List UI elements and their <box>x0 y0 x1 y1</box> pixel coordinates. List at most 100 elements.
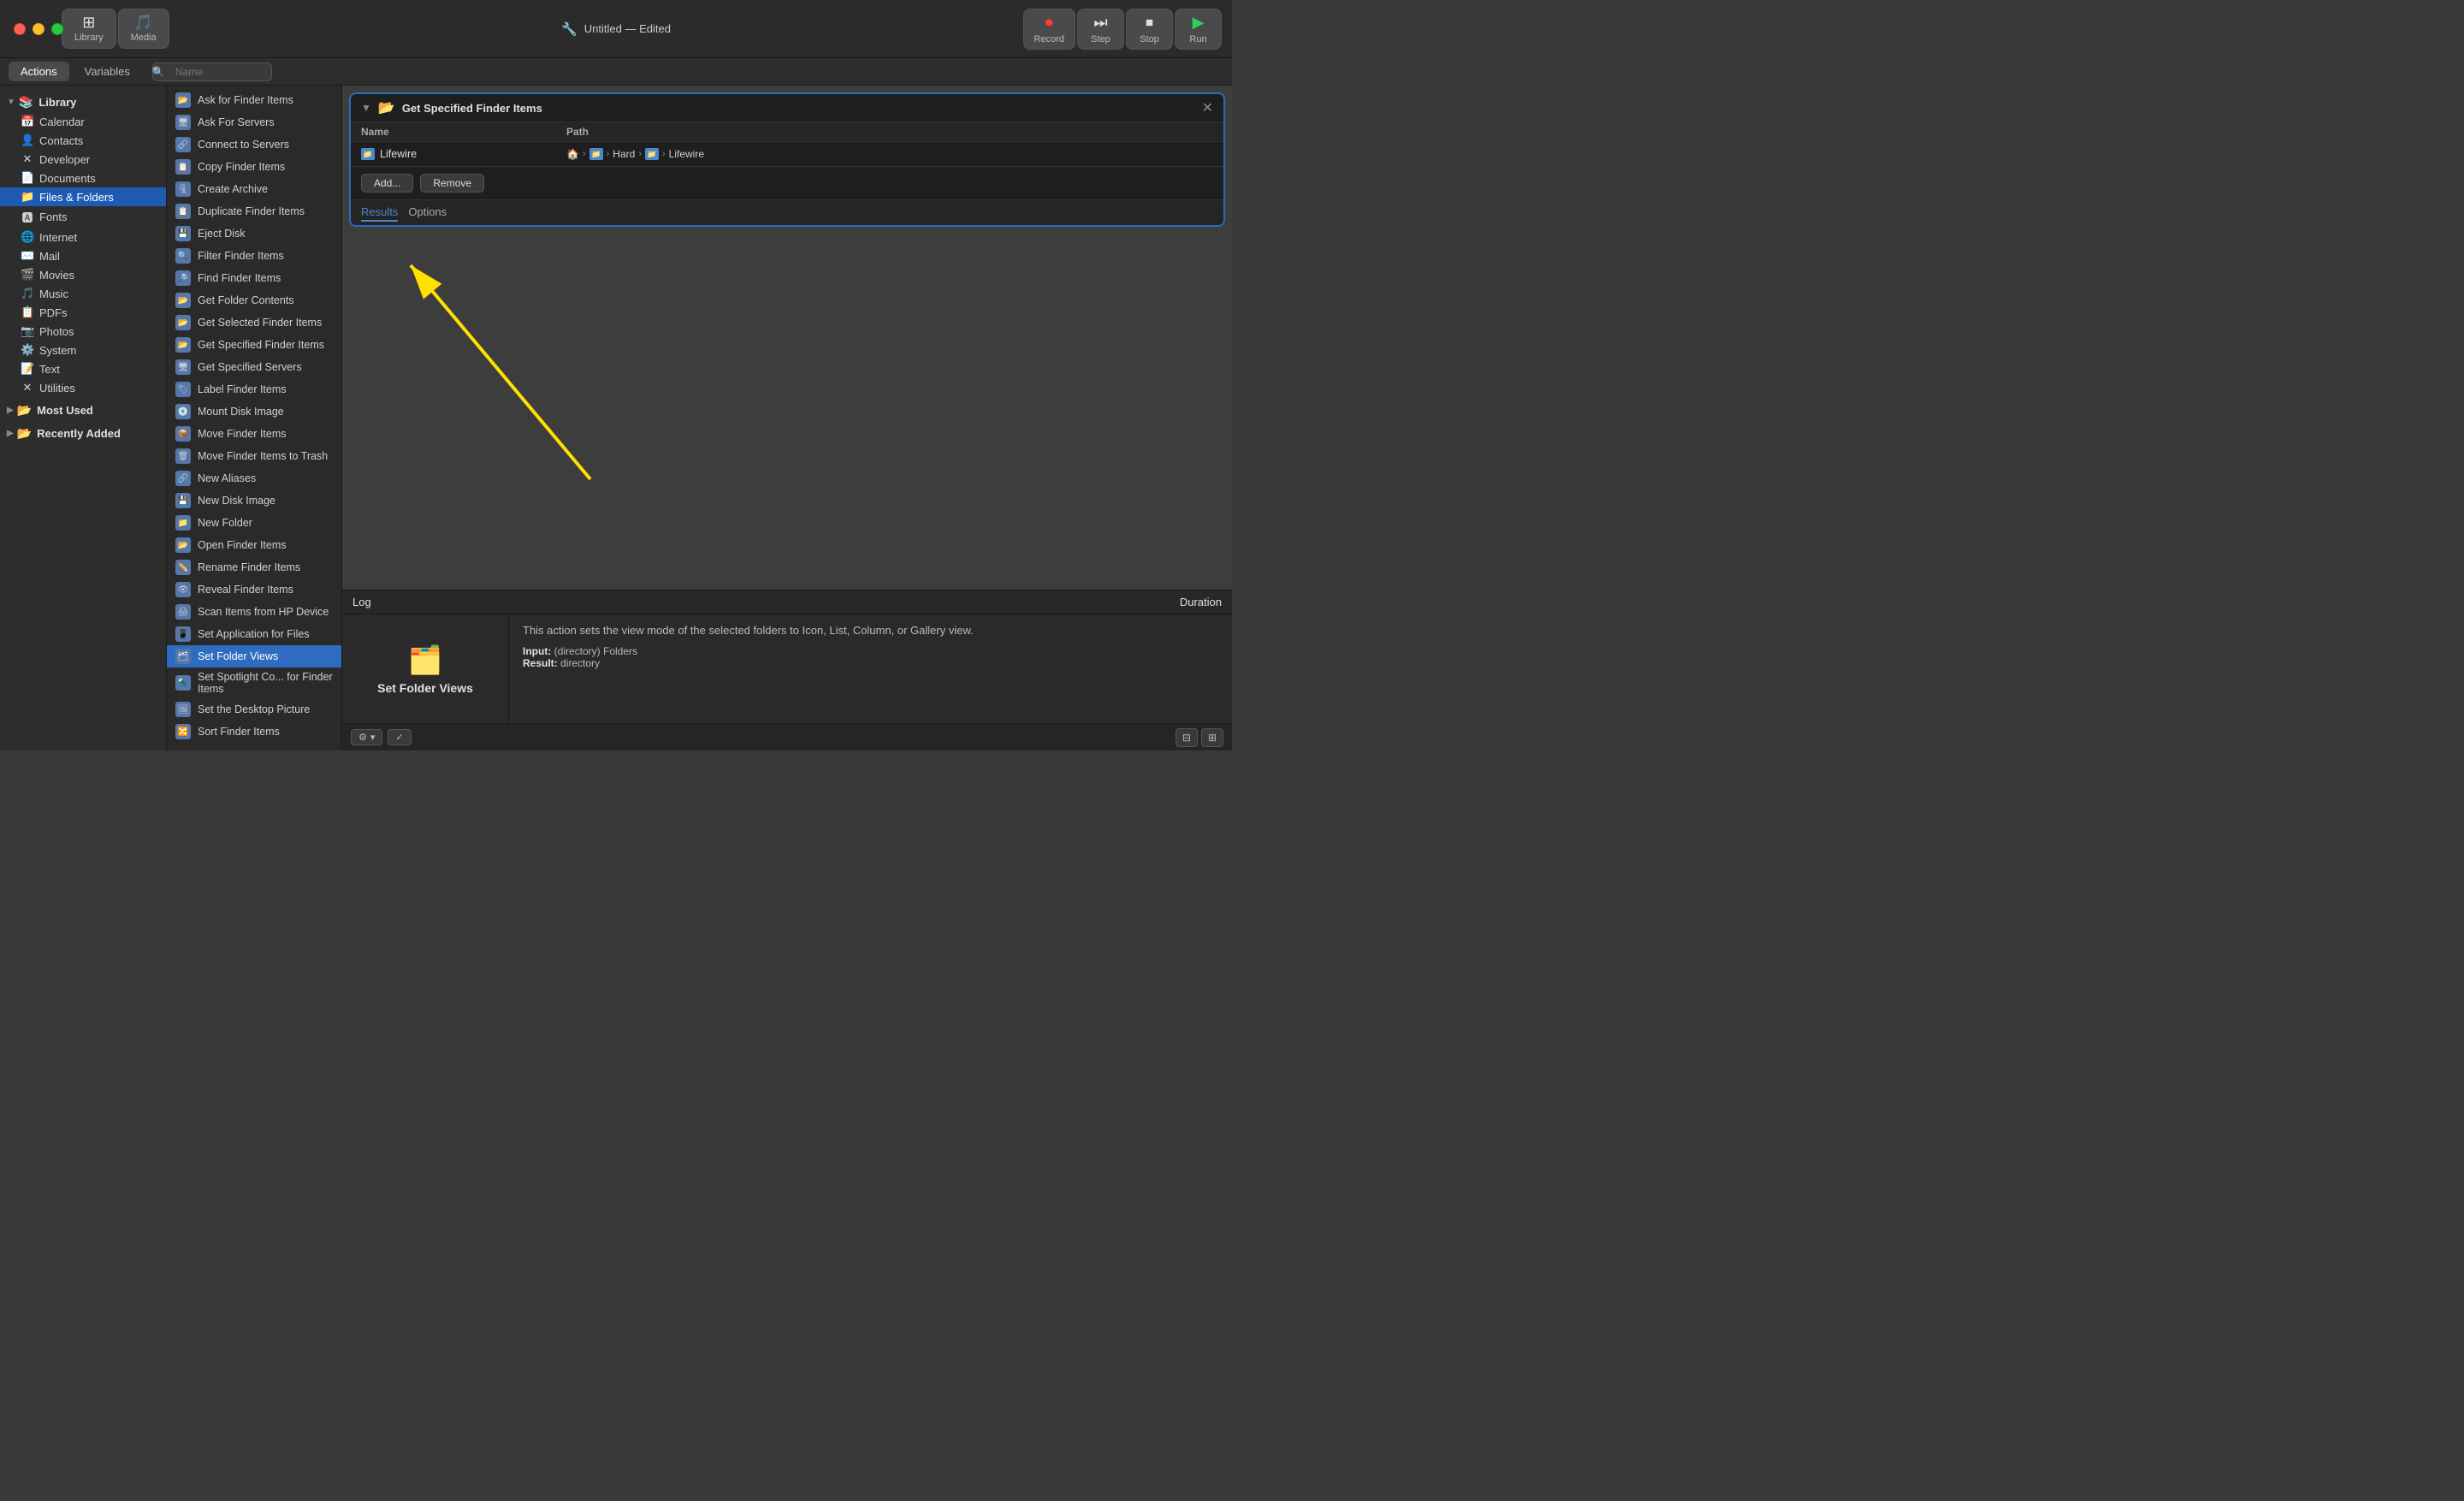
action-eject-disk[interactable]: 💾 Eject Disk <box>167 222 341 245</box>
action-label-finder[interactable]: 🏷 Label Finder Items <box>167 378 341 400</box>
action-label: Get Specified Servers <box>198 361 302 373</box>
action-find-finder[interactable]: 🔎 Find Finder Items <box>167 267 341 289</box>
action-connect-servers[interactable]: 🔗 Connect to Servers <box>167 133 341 156</box>
sidebar-item-contacts[interactable]: 👤 Contacts <box>0 131 166 150</box>
action-open-finder[interactable]: 📂 Open Finder Items <box>167 534 341 556</box>
sidebar-item-music[interactable]: 🎵 Music <box>0 284 166 303</box>
library-button[interactable]: ⊞ Library <box>62 9 116 49</box>
action-filter-finder[interactable]: 🔍 Filter Finder Items <box>167 245 341 267</box>
list-view-button[interactable]: ⊟ <box>1176 728 1198 747</box>
action-detail-icon: 🗂️ <box>408 644 442 676</box>
run-button[interactable]: ▶ Run <box>1175 9 1222 50</box>
list-view-icon: ⊟ <box>1182 732 1191 744</box>
sidebar-item-text[interactable]: 📝 Text <box>0 359 166 378</box>
sidebar-item-documents[interactable]: 📄 Documents <box>0 169 166 187</box>
action-icon: 🏷 <box>175 382 191 397</box>
action-label: Set Folder Views <box>198 650 278 662</box>
sidebar-item-files-folders[interactable]: 📁 Files & Folders <box>0 187 166 206</box>
action-label: Move Finder Items <box>198 428 287 440</box>
minimize-button[interactable] <box>33 23 44 35</box>
step-button[interactable]: ⏭ Step <box>1077 9 1124 50</box>
action-get-specified[interactable]: 📂 Get Specified Finder Items <box>167 334 341 356</box>
action-set-folder-views[interactable]: 🗂 Set Folder Views <box>167 645 341 667</box>
sidebar-section-recently: ▶ 📂 Recently Added <box>0 422 166 445</box>
sidebar-item-label: Movies <box>39 269 74 282</box>
action-set-application[interactable]: 📱 Set Application for Files <box>167 623 341 645</box>
action-label: Connect to Servers <box>198 139 289 151</box>
action-copy-finder[interactable]: 📋 Copy Finder Items <box>167 156 341 178</box>
action-label: New Aliases <box>198 472 256 484</box>
music-icon: 🎵 <box>21 287 34 300</box>
add-button[interactable]: Add... <box>361 174 413 193</box>
check-button[interactable]: ✓ <box>388 729 411 745</box>
table-row: 📁 Lifewire 🏠 › 📁 › Hard › 📁 › <box>351 142 1223 166</box>
sidebar-item-developer[interactable]: ✕ Developer <box>0 150 166 169</box>
sidebar-item-internet[interactable]: 🌐 Internet <box>0 228 166 246</box>
action-rename[interactable]: ✏️ Rename Finder Items <box>167 556 341 578</box>
sidebar-item-label: Contacts <box>39 134 83 147</box>
action-ask-servers[interactable]: 🖥 Ask For Servers <box>167 111 341 133</box>
sidebar-group-library[interactable]: ▼ 📚 Library <box>0 92 166 112</box>
action-set-spotlight[interactable]: 🔦 Set Spotlight Co... for Finder Items <box>167 667 341 698</box>
path-sep4: › <box>662 149 666 159</box>
search-wrap: 🔍 <box>145 62 272 81</box>
action-new-disk[interactable]: 💾 New Disk Image <box>167 489 341 512</box>
action-icon: 💿 <box>175 404 191 419</box>
sidebar-item-mail[interactable]: ✉️ Mail <box>0 246 166 265</box>
close-button[interactable] <box>14 23 26 35</box>
window-title: Untitled — Edited <box>584 22 671 35</box>
sidebar-item-fonts[interactable]: 🅰 Fonts <box>0 206 166 228</box>
results-tab[interactable]: Results <box>361 204 398 222</box>
remove-button[interactable]: Remove <box>420 174 484 193</box>
action-reveal[interactable]: 👁 Reveal Finder Items <box>167 578 341 601</box>
gear-settings-button[interactable]: ⚙ ▾ <box>351 729 382 745</box>
action-get-selected[interactable]: 📂 Get Selected Finder Items <box>167 311 341 334</box>
toolbar-right: ⏺ Record ⏭ Step ⏹ Stop ▶ Run <box>1023 9 1222 50</box>
sidebar-item-label: Text <box>39 363 60 376</box>
action-move-finder[interactable]: 📦 Move Finder Items <box>167 423 341 445</box>
tab-variables[interactable]: Variables <box>73 62 142 81</box>
log-label: Log <box>352 596 371 608</box>
workflow-canvas[interactable]: ▼ 📂 Get Specified Finder Items ✕ Name Pa… <box>342 86 1232 590</box>
action-get-servers[interactable]: 🖥 Get Specified Servers <box>167 356 341 378</box>
step-label: Step <box>1091 34 1111 44</box>
action-get-folder[interactable]: 📂 Get Folder Contents <box>167 289 341 311</box>
check-icon: ✓ <box>395 732 403 743</box>
sidebar-group-label: Library <box>38 96 76 109</box>
action-ask-finder[interactable]: 📂 Ask for Finder Items <box>167 89 341 111</box>
sidebar-item-calendar[interactable]: 📅 Calendar <box>0 112 166 131</box>
collapse-button[interactable]: ▼ <box>361 102 371 114</box>
options-tab[interactable]: Options <box>408 204 447 222</box>
search-input[interactable] <box>152 62 272 81</box>
action-duplicate-finder[interactable]: 📋 Duplicate Finder Items <box>167 200 341 222</box>
close-block-button[interactable]: ✕ <box>1202 99 1213 116</box>
grid-view-button[interactable]: ⊞ <box>1201 728 1223 747</box>
sidebar-item-movies[interactable]: 🎬 Movies <box>0 265 166 284</box>
action-set-desktop[interactable]: 🖼 Set the Desktop Picture <box>167 698 341 721</box>
fullscreen-button[interactable] <box>51 23 63 35</box>
action-create-archive[interactable]: 🗜 Create Archive <box>167 178 341 200</box>
sidebar-item-photos[interactable]: 📷 Photos <box>0 322 166 341</box>
stop-button[interactable]: ⏹ Stop <box>1126 9 1173 50</box>
action-move-trash[interactable]: 🗑 Move Finder Items to Trash <box>167 445 341 467</box>
sidebar-group-recently[interactable]: ▶ 📂 Recently Added <box>0 424 166 443</box>
tab-actions[interactable]: Actions <box>9 62 69 81</box>
record-button[interactable]: ⏺ Record <box>1023 9 1075 50</box>
sidebar-item-pdfs[interactable]: 📋 PDFs <box>0 303 166 322</box>
sidebar-group-mostused[interactable]: ▶ 📂 Most Used <box>0 400 166 420</box>
action-label: Set the Desktop Picture <box>198 703 310 715</box>
library-folder-icon: 📚 <box>19 95 33 110</box>
action-new-folder[interactable]: 📁 New Folder <box>167 512 341 534</box>
action-scan-hp[interactable]: 🖨 Scan Items from HP Device <box>167 601 341 623</box>
sidebar-item-system[interactable]: ⚙️ System <box>0 341 166 359</box>
calendar-icon: 📅 <box>21 115 34 128</box>
action-mount-disk[interactable]: 💿 Mount Disk Image <box>167 400 341 423</box>
folder-badge-icon: 📁 <box>361 148 375 160</box>
stop-icon: ⏹ <box>1146 14 1153 32</box>
action-new-aliases[interactable]: 🔗 New Aliases <box>167 467 341 489</box>
sidebar-item-utilities[interactable]: ✕ Utilities <box>0 378 166 397</box>
action-icon: 📂 <box>175 315 191 330</box>
media-button[interactable]: 🎵 Media <box>118 9 169 49</box>
action-description: This action sets the view mode of the se… <box>523 623 1218 638</box>
action-sort-finder[interactable]: 🔀 Sort Finder Items <box>167 721 341 743</box>
